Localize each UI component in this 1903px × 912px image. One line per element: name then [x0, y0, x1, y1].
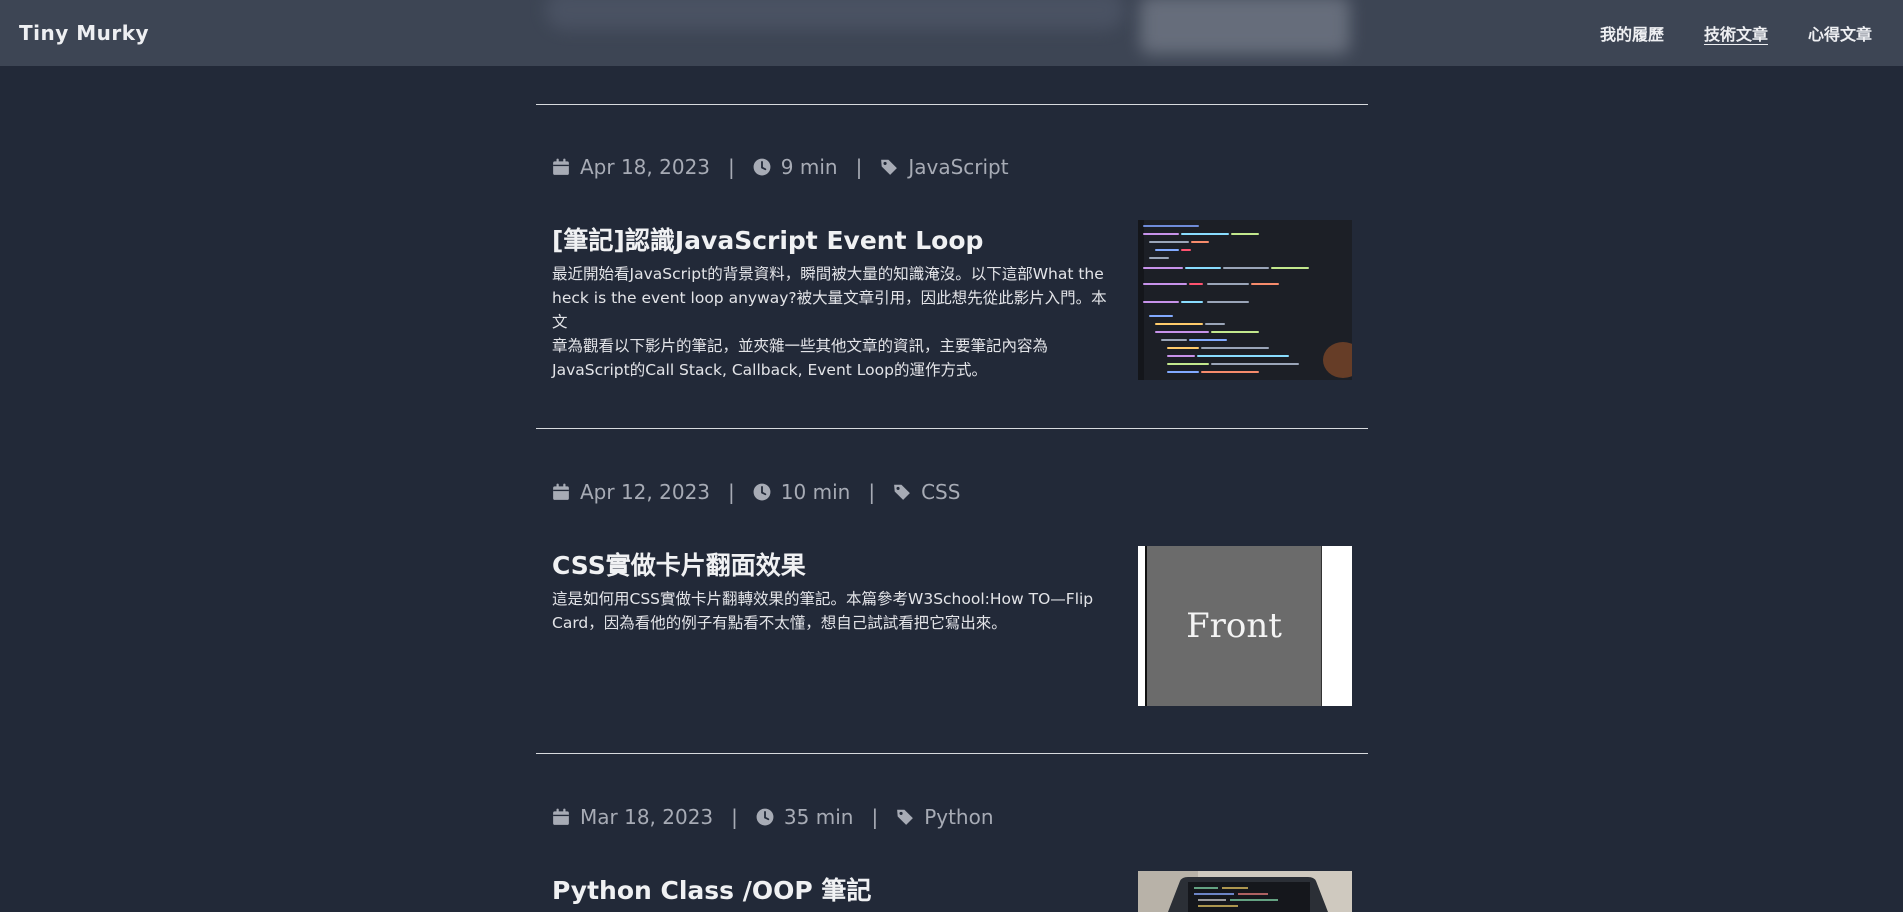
post-divider — [536, 428, 1368, 429]
clock-icon — [756, 808, 774, 826]
nav-links: 我的履歷 技術文章 心得文章 — [1600, 0, 1872, 66]
post-tag-link[interactable]: JavaScript — [908, 155, 1008, 179]
meta-separator: | — [728, 480, 735, 504]
post-date: Mar 18, 2023 — [580, 805, 714, 829]
post-read-time: 35 min — [783, 805, 854, 829]
post-excerpt-line: heck is the event loop anyway?被大量文章引用，因此… — [552, 289, 1107, 331]
post-read-time: 9 min — [780, 155, 838, 179]
post-read-time: 10 min — [780, 480, 851, 504]
post-title-link[interactable]: CSS實做卡片翻面效果 — [552, 546, 1112, 582]
post-meta: Apr 18, 2023 | 9 min | JavaScript — [552, 153, 1009, 181]
post-excerpt-line: Card，因為看他的例子有點看不太懂，想自己試試看把它寫出來。 — [552, 614, 1007, 632]
post-thumbnail-laptop[interactable] — [1138, 871, 1352, 912]
post-thumbnail-flip-card[interactable]: Front — [1138, 546, 1352, 706]
tag-icon — [897, 809, 914, 825]
post-excerpt: 最近開始看JavaScript的背景資料，瞬間被大量的知識淹沒。以下這部What… — [552, 262, 1120, 382]
post-excerpt: 這是如何用CSS實做卡片翻轉效果的筆記。本篇參考W3School:How TO—… — [552, 587, 1120, 635]
calendar-icon — [553, 483, 569, 500]
nav-link-resume[interactable]: 我的履歷 — [1600, 21, 1664, 45]
meta-separator: | — [871, 805, 879, 829]
post-excerpt-line: 最近開始看JavaScript的背景資料，瞬間被大量的知識淹沒。以下這部What… — [552, 265, 1104, 283]
post-date: Apr 18, 2023 — [580, 155, 711, 179]
nav-link-tech-articles[interactable]: 技術文章 — [1704, 21, 1768, 45]
navbar-background-blur — [545, 0, 1125, 30]
post-meta: Mar 18, 2023 | 35 min | Python — [552, 803, 994, 831]
post-meta: Apr 12, 2023 | 10 min | CSS — [552, 478, 960, 506]
code-screenshot-image — [1138, 220, 1352, 380]
post-divider — [536, 753, 1368, 754]
meta-separator: | — [868, 480, 876, 504]
post-tag-link[interactable]: Python — [924, 805, 993, 829]
post-date: Apr 12, 2023 — [580, 480, 711, 504]
meta-separator: | — [728, 155, 735, 179]
clock-icon — [753, 158, 771, 176]
tag-icon — [894, 484, 910, 500]
navbar: Tiny Murky 我的履歷 技術文章 心得文章 — [0, 0, 1903, 66]
post-excerpt-line: JavaScript的Call Stack, Callback, Event L… — [552, 361, 987, 379]
post-title-link[interactable]: Python Class /OOP 筆記 — [552, 871, 1112, 907]
clock-icon — [753, 483, 771, 501]
flip-card-front: Front — [1145, 546, 1322, 706]
post-tag-link[interactable]: CSS — [921, 480, 960, 504]
calendar-icon — [553, 158, 569, 175]
post-divider — [536, 104, 1368, 105]
post-excerpt-line: 這是如何用CSS實做卡片翻轉效果的筆記。本篇參考W3School:How TO—… — [552, 590, 1094, 608]
meta-separator: | — [731, 805, 738, 829]
nav-link-thoughts[interactable]: 心得文章 — [1808, 21, 1872, 45]
site-brand-link[interactable]: Tiny Murky — [19, 0, 149, 66]
laptop-photo-image — [1138, 871, 1352, 912]
post-thumbnail-code[interactable] — [1138, 220, 1352, 380]
meta-separator: | — [855, 155, 863, 179]
post-excerpt-line: 章為觀看以下影片的筆記，並夾雜一些其他文章的資訊，主要筆記內容為 — [552, 337, 1049, 355]
navbar-background-blur-image — [1140, 0, 1350, 54]
post-title-link[interactable]: [筆記]認識JavaScript Event Loop — [552, 221, 1112, 257]
tag-icon — [881, 159, 898, 175]
calendar-icon — [553, 808, 569, 825]
